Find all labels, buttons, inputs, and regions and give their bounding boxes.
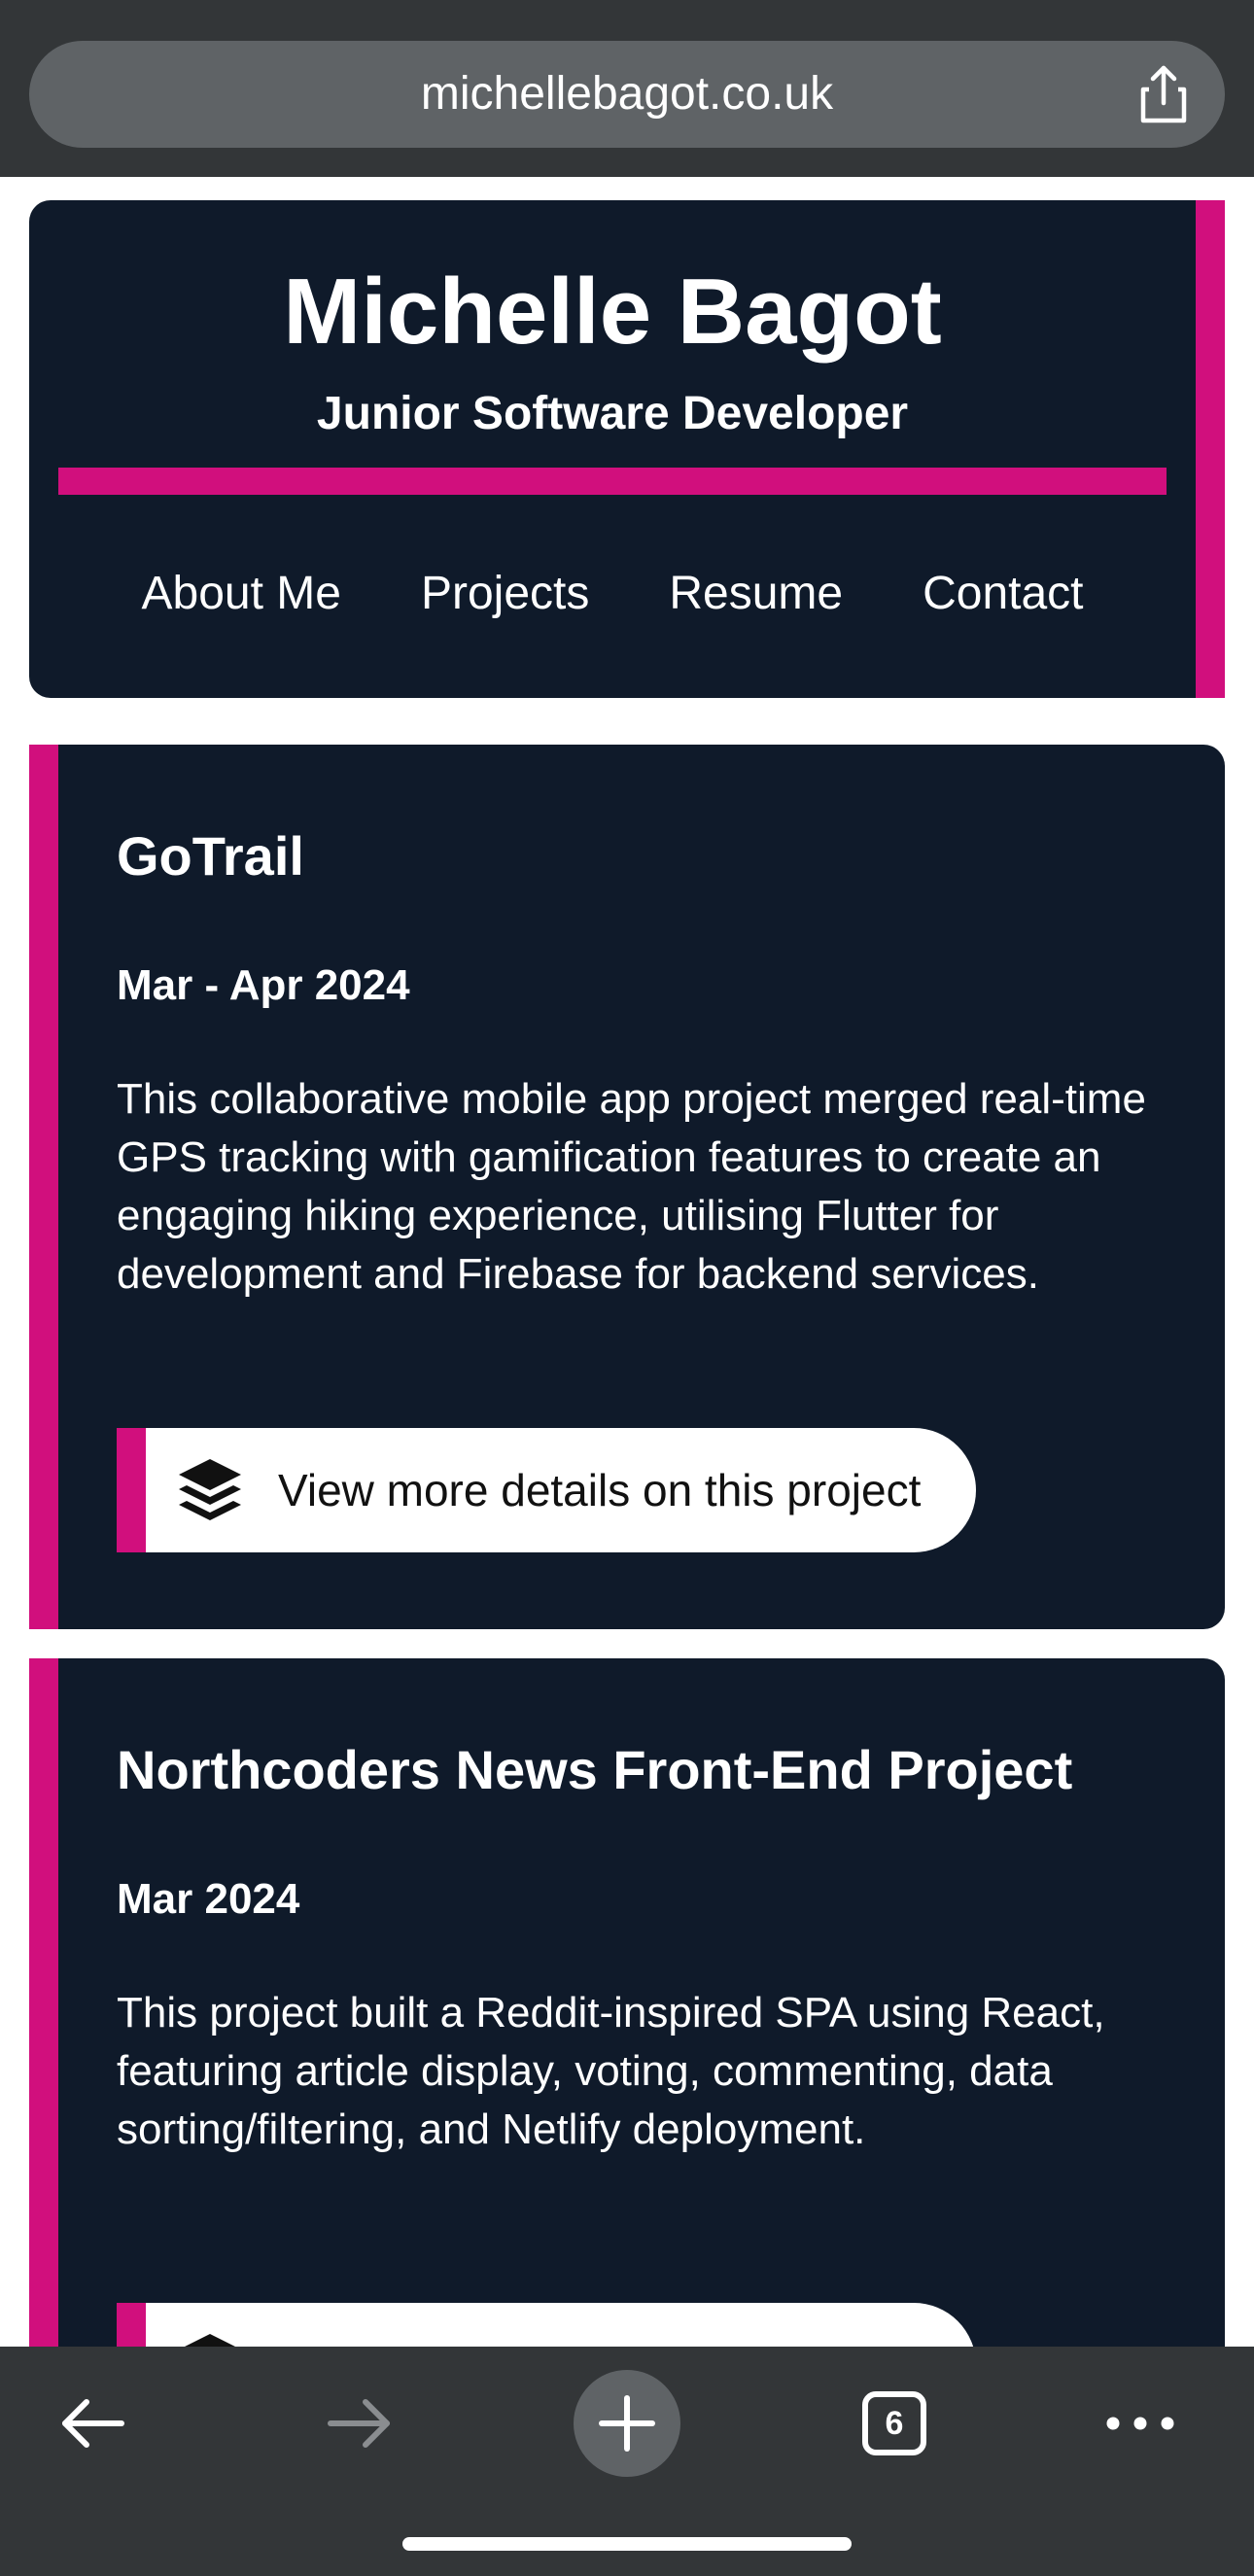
main-nav: About Me Projects Resume Contact [29, 560, 1196, 628]
card-accent-bar [29, 1658, 58, 2347]
header-divider [58, 468, 1167, 495]
project-date: Mar 2024 [117, 1875, 300, 1923]
nav-contact[interactable]: Contact [923, 560, 1083, 628]
view-details-label: View more details on this project [278, 1465, 922, 1515]
layers-icon [179, 1459, 241, 1520]
nav-about-me[interactable]: About Me [142, 560, 341, 628]
more-button[interactable] [1087, 2370, 1194, 2477]
url-text[interactable]: michellebagot.co.uk [29, 41, 1225, 148]
view-details-label: View more details on this project [278, 2303, 921, 2347]
project-description: This project built a Reddit-inspired SPA… [117, 1989, 1105, 2153]
project-date: Mar - Apr 2024 [117, 961, 410, 1009]
site-header: Michelle Bagot Junior Software Developer… [29, 200, 1225, 698]
project-title: Northcoders News Front-End Project [117, 1739, 1073, 1800]
site-subtitle: Junior Software Developer [316, 388, 909, 439]
address-bar[interactable]: michellebagot.co.uk [29, 41, 1225, 148]
site-title: Michelle Bagot [283, 260, 942, 364]
more-icon [1106, 2417, 1174, 2430]
new-tab-button[interactable] [574, 2370, 680, 2477]
share-icon[interactable] [1132, 62, 1196, 126]
nav-resume[interactable]: Resume [669, 560, 843, 628]
header-accent-bar [1196, 200, 1225, 698]
tabs-icon: 6 [862, 2391, 926, 2455]
layers-icon [185, 2334, 235, 2347]
arrow-right-icon [328, 2399, 390, 2448]
button-accent-bar [117, 2303, 146, 2347]
project-card-gotrail: GoTrail Mar - Apr 2024 This collaborativ… [29, 745, 1225, 1629]
tabs-button[interactable]: 6 [841, 2370, 948, 2477]
button-accent-bar [117, 1428, 146, 1552]
view-details-button[interactable]: View more details on this project [117, 1428, 976, 1552]
browser-top-bar: michellebagot.co.uk [0, 0, 1254, 177]
view-details-button[interactable]: View more details on this project [117, 2303, 976, 2347]
plus-icon [599, 2395, 655, 2452]
back-button[interactable] [39, 2370, 146, 2477]
project-title: GoTrail [117, 825, 304, 887]
nav-projects[interactable]: Projects [421, 560, 589, 628]
web-page: Michelle Bagot Junior Software Developer… [0, 177, 1254, 2347]
forward-button[interactable] [306, 2370, 413, 2477]
home-indicator[interactable] [402, 2537, 852, 2551]
project-description: This collaborative mobile app project me… [117, 1075, 1146, 1298]
card-accent-bar [29, 745, 58, 1629]
project-card-northcoders-news: Northcoders News Front-End Project Mar 2… [29, 1658, 1225, 2347]
arrow-left-icon [62, 2399, 124, 2448]
